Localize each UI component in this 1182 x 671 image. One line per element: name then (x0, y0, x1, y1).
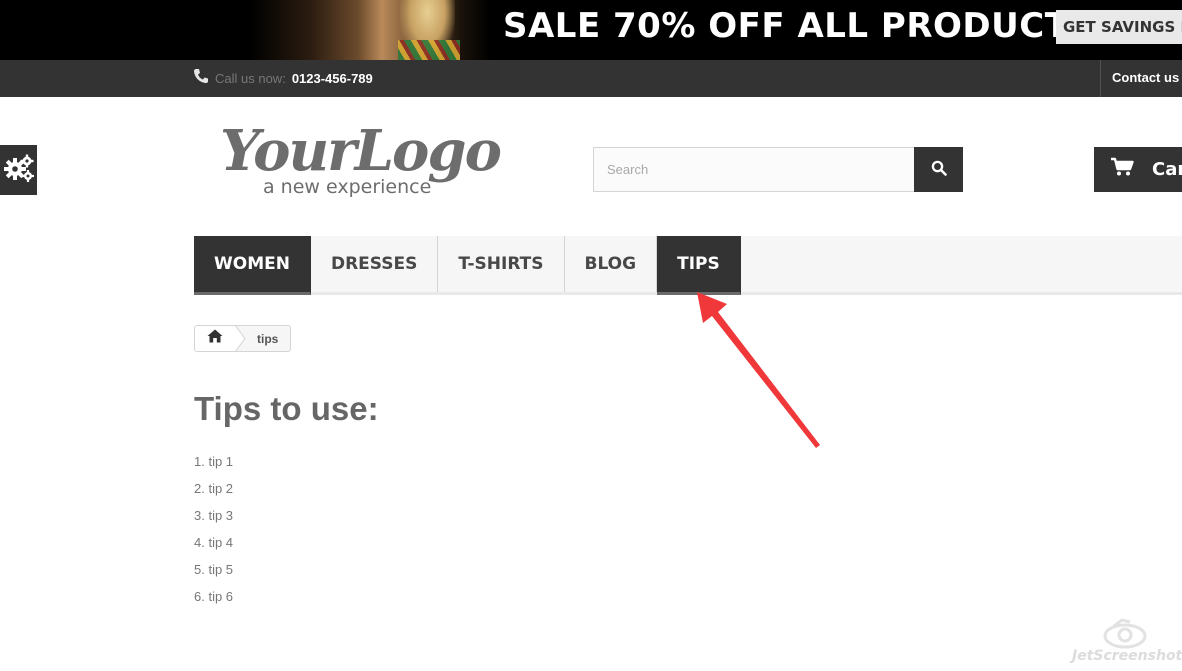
search-icon (931, 160, 947, 179)
watermark: JetScreenshot (1072, 618, 1182, 668)
menu-item-tips[interactable]: TIPS (657, 236, 741, 295)
theme-settings-toggle[interactable] (0, 145, 37, 195)
menu-item-dresses[interactable]: DRESSES (311, 236, 439, 292)
cart-label: Cart (1152, 159, 1182, 180)
menu-item-blog[interactable]: BLOG (565, 236, 658, 292)
banner-headline: SALE 70% OFF ALL PRODUCTS (503, 6, 1094, 46)
banner-photo-dress (398, 40, 460, 60)
breadcrumb-home-link[interactable] (195, 326, 235, 351)
banner-model-photo (250, 0, 490, 60)
logo-tagline: a new experience (263, 176, 432, 198)
phone-number: 0123-456-789 (291, 71, 373, 86)
breadcrumb: tips (194, 325, 292, 352)
get-savings-button[interactable]: GET SAVINGS N (1056, 10, 1182, 44)
logo-text: YourLogo (220, 118, 502, 184)
list-item: 5. tip 5 (194, 562, 234, 577)
menu-item-women[interactable]: WOMEN (194, 236, 311, 295)
cart-button[interactable]: Cart (1094, 147, 1182, 192)
list-item: 4. tip 4 (194, 535, 234, 550)
search-button[interactable] (914, 147, 963, 192)
page-title: Tips to use: (194, 390, 379, 427)
menu-item-tshirts[interactable]: T-SHIRTS (438, 236, 565, 292)
annotation-arrow (697, 292, 820, 448)
top-bar: Call us now: 0123-456-789 Contact us (0, 60, 1182, 97)
search-input[interactable] (593, 147, 914, 192)
list-item: 1. tip 1 (194, 454, 234, 469)
list-item: 3. tip 3 (194, 508, 234, 523)
home-icon (207, 329, 223, 348)
tips-list: 1. tip 1 2. tip 2 3. tip 3 4. tip 4 5. t… (194, 452, 233, 614)
site-logo[interactable]: YourLogo a new experience (220, 118, 510, 208)
search-form (593, 147, 963, 192)
cart-icon (1110, 157, 1134, 182)
call-us: Call us now: 0123-456-789 (193, 60, 373, 97)
breadcrumb-current: tips (257, 331, 279, 346)
gears-icon (3, 153, 34, 188)
list-item: 2. tip 2 (194, 481, 234, 496)
promo-banner[interactable]: SALE 70% OFF ALL PRODUCTS GET SAVINGS N (0, 0, 1182, 60)
contact-us-link[interactable]: Contact us (1100, 60, 1179, 97)
list-item: 6. tip 6 (194, 589, 234, 604)
phone-icon (193, 68, 209, 89)
watermark-text: JetScreenshot (1072, 648, 1182, 664)
breadcrumb-separator (235, 326, 246, 351)
main-menu: WOMEN DRESSES T-SHIRTS BLOG TIPS (194, 236, 1182, 295)
watermark-logo-icon (1103, 618, 1147, 649)
call-us-label: Call us now: (215, 71, 286, 86)
